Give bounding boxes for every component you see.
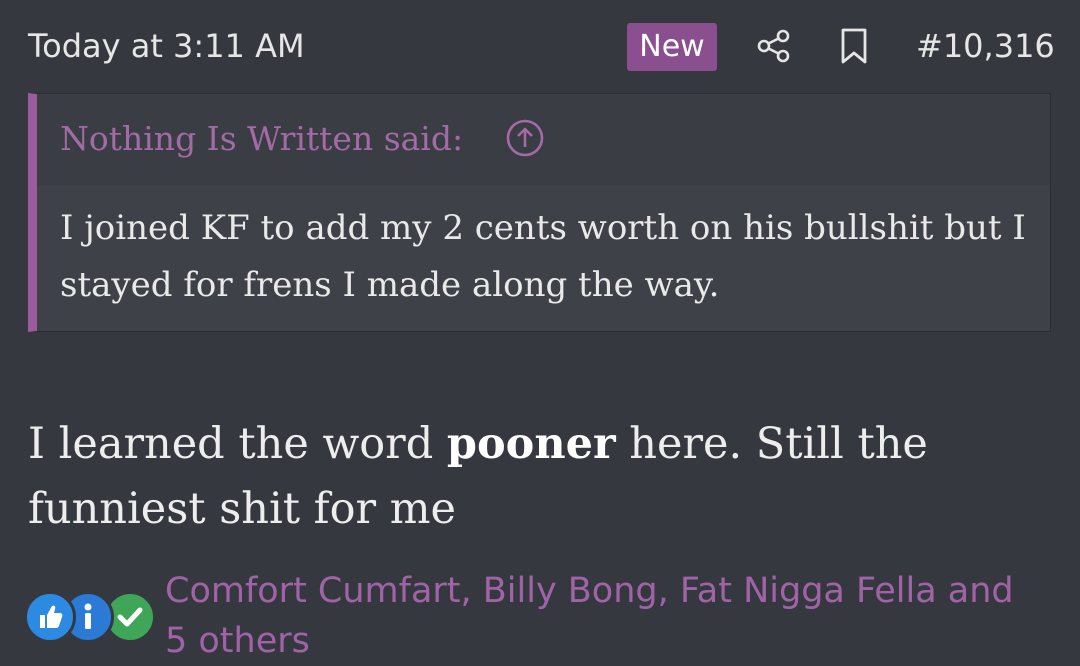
post-number-link[interactable]: #10,316 (916, 24, 1055, 68)
post-header: Today at 3:11 AM New #10,316 (0, 0, 1080, 92)
message-bold-word: pooner (446, 419, 616, 469)
post-timestamp[interactable]: Today at 3:11 AM (28, 24, 305, 68)
bookmark-icon[interactable] (838, 27, 870, 65)
reaction-icons[interactable] (24, 591, 156, 647)
share-icon[interactable] (756, 28, 792, 64)
new-badge: New (627, 23, 717, 71)
quote-header: Nothing Is Written said: (37, 94, 1050, 185)
message-text-before: I learned the word (28, 419, 447, 469)
quote-author-link[interactable]: Nothing Is Written said: (60, 114, 463, 164)
thumbs-up-icon[interactable] (24, 591, 76, 643)
quote-block: Nothing Is Written said: I joined KF to … (28, 93, 1051, 332)
quote-text: I joined KF to add my 2 cents worth on h… (60, 208, 1026, 305)
reaction-summary-link[interactable]: Comfort Cumfart, Billy Bong, Fat Nigga F… (165, 566, 1025, 666)
post-message: I learned the word pooner here. Still th… (28, 412, 1068, 542)
jump-to-quote-icon[interactable] (505, 118, 545, 158)
